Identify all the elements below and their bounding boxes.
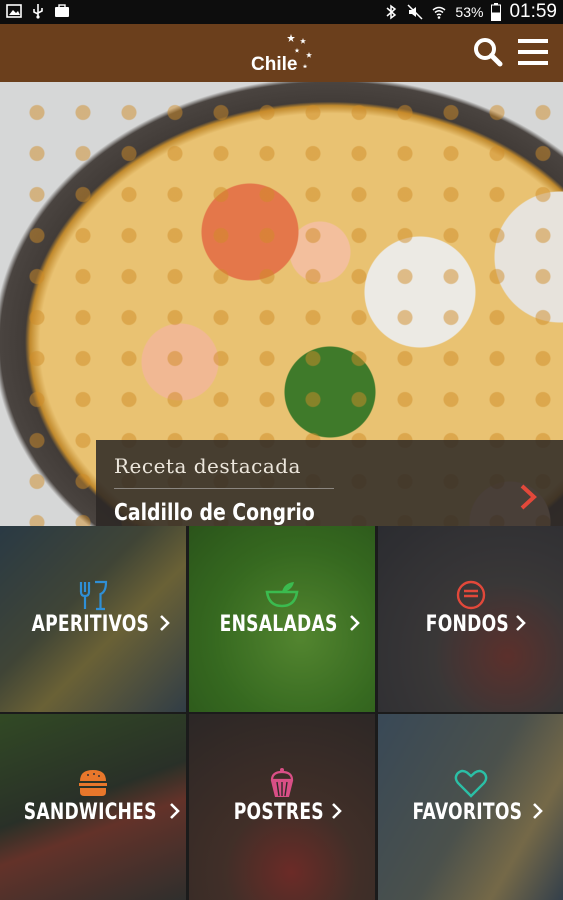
battery-icon	[491, 3, 502, 21]
category-tile-aperitivos[interactable]: APERITIVOS	[0, 526, 186, 712]
tile-label-row: SANDWICHES	[0, 800, 186, 825]
tile-label-row: ENSALADAS	[189, 612, 375, 637]
image-icon	[6, 4, 22, 18]
chevron-right-icon	[160, 614, 171, 631]
wifi-icon	[432, 6, 446, 19]
tile-label: POSTRES	[233, 800, 325, 825]
chile-logo[interactable]: Chile	[251, 32, 317, 76]
plate-icon	[456, 580, 485, 610]
category-tile-favoritos[interactable]: FAVORITOS	[378, 714, 563, 900]
burger-icon	[79, 770, 107, 796]
status-left-icons	[6, 3, 70, 19]
salad-bowl-icon	[265, 582, 299, 608]
utensils-icon	[79, 580, 108, 611]
mute-icon	[407, 4, 423, 20]
search-icon	[474, 38, 503, 67]
chevron-right-icon	[532, 802, 543, 819]
featured-kicker: Receta destacada	[114, 454, 301, 478]
cupcake-icon	[270, 768, 294, 797]
tile-label: ENSALADAS	[220, 612, 338, 637]
status-bar: 53% 01:59	[0, 0, 563, 24]
featured-divider	[114, 488, 334, 489]
tile-label: FONDOS	[425, 612, 510, 637]
clock: 01:59	[509, 1, 557, 22]
usb-icon	[33, 4, 43, 19]
menu-icon	[518, 39, 548, 65]
status-right-icons: 53% 01:59	[383, 1, 557, 23]
tile-label-row: APERITIVOS	[0, 612, 186, 637]
tile-label: APERITIVOS	[31, 612, 149, 637]
tile-label-row: FONDOS	[378, 612, 563, 637]
chevron-right-icon	[515, 614, 526, 631]
tile-label-row: POSTRES	[189, 800, 375, 825]
search-button[interactable]	[470, 34, 506, 70]
category-tile-postres[interactable]: POSTRES	[189, 714, 375, 900]
category-tile-ensaladas[interactable]: ENSALADAS	[189, 526, 375, 712]
tile-label: FAVORITOS	[412, 800, 523, 825]
chevron-right-icon	[331, 802, 342, 819]
category-tile-sandwiches[interactable]: SANDWICHES	[0, 714, 186, 900]
tile-label: SANDWICHES	[23, 800, 157, 825]
heart-icon	[454, 769, 487, 798]
chevron-right-icon	[520, 484, 537, 510]
chevron-right-icon	[170, 802, 181, 819]
category-tile-fondos[interactable]: FONDOS	[378, 526, 563, 712]
featured-hero: Receta destacada Caldillo de Congrio	[0, 82, 563, 526]
featured-title: Caldillo de Congrio	[114, 500, 315, 526]
menu-button[interactable]	[515, 34, 551, 70]
logo-stars-icon	[287, 34, 312, 68]
chevron-right-icon	[349, 614, 360, 631]
featured-recipe-card[interactable]: Receta destacada Caldillo de Congrio	[96, 440, 563, 526]
category-grid: APERITIVOS ENSALADAS FONDOS SANDWICHES P…	[0, 526, 563, 900]
bluetooth-icon	[386, 4, 397, 20]
app-header: Chile	[0, 24, 563, 82]
tile-label-row: FAVORITOS	[378, 800, 563, 825]
battery-percent: 53%	[455, 4, 484, 20]
briefcase-icon	[55, 4, 69, 17]
